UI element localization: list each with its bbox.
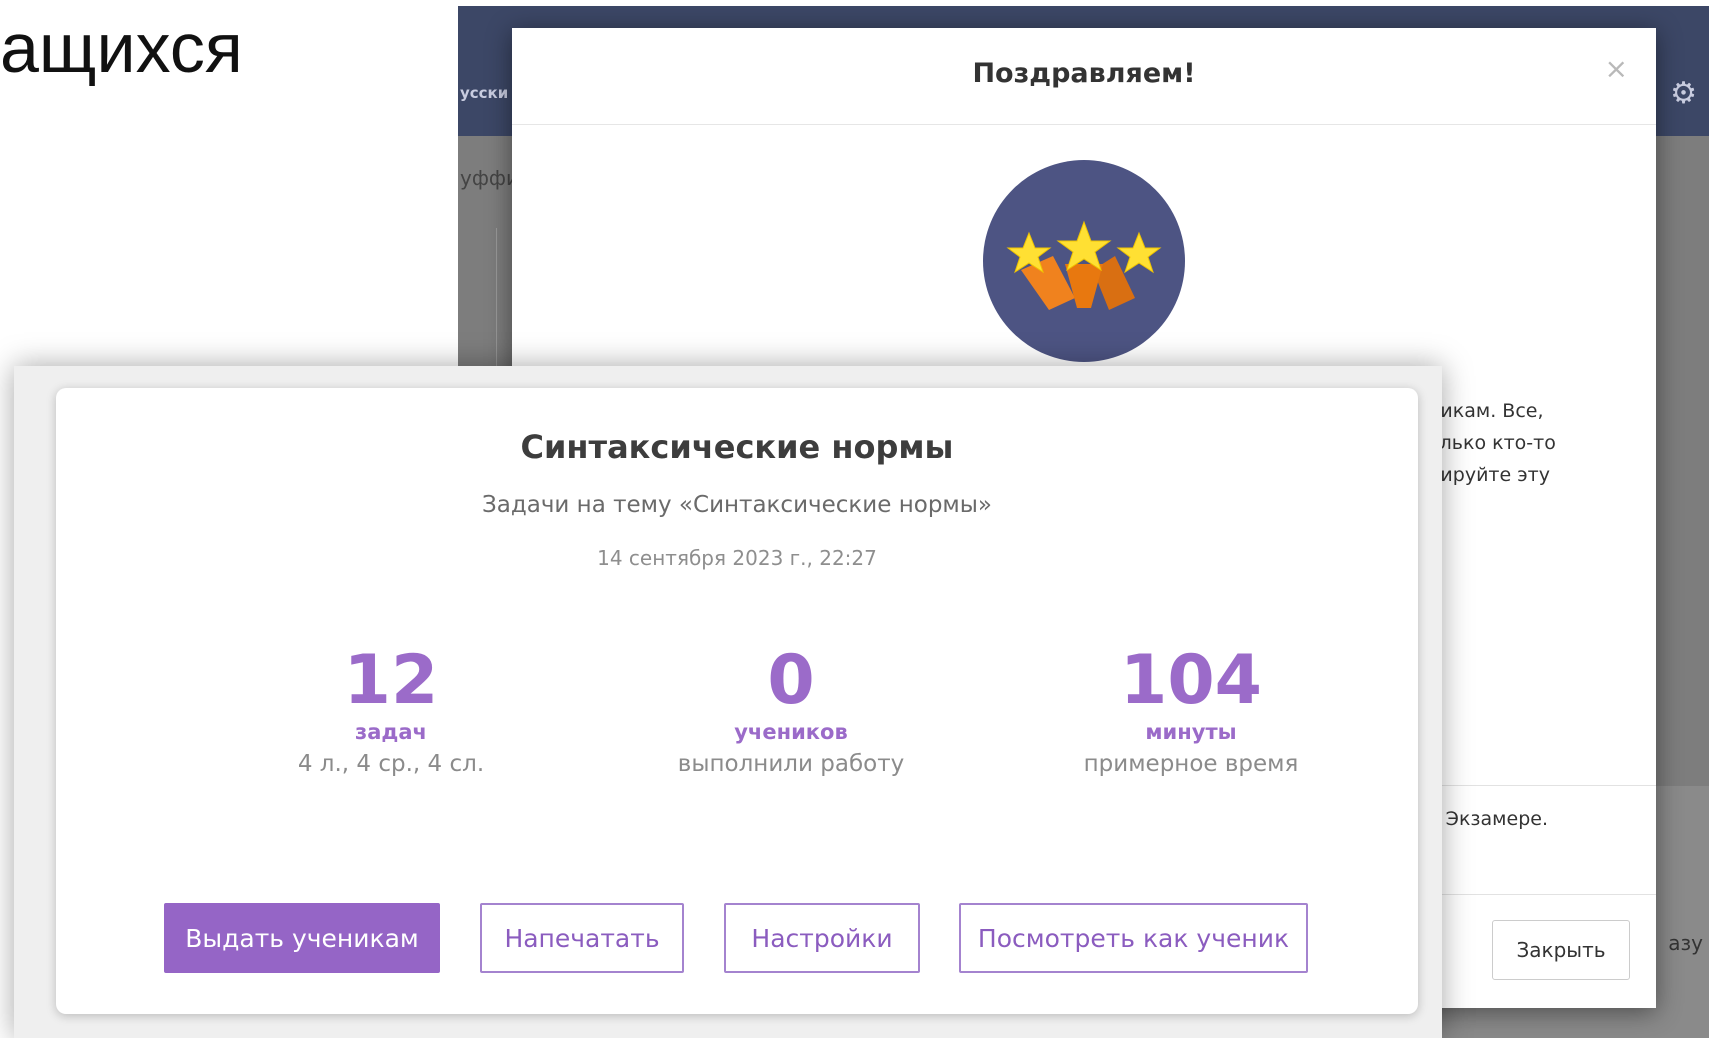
modal-title: Поздравляем! bbox=[972, 58, 1196, 89]
gear-icon[interactable]: ⚙ bbox=[1670, 76, 1697, 111]
background-card-edge bbox=[496, 228, 497, 378]
slide-heading: ащихся bbox=[0, 9, 243, 87]
stat-value: 104 bbox=[1120, 641, 1262, 720]
stat-unit: минуты bbox=[1145, 720, 1237, 744]
stat-time: 104 минуты примерное время bbox=[1011, 644, 1371, 782]
close-button[interactable]: Закрыть bbox=[1492, 920, 1630, 980]
work-subtitle: Задачи на тему «Синтаксические нормы» bbox=[481, 492, 993, 518]
work-title: Синтаксические нормы bbox=[520, 428, 954, 466]
work-card: Синтаксические нормы Задачи на тему «Син… bbox=[56, 388, 1418, 1014]
stat-note: 4 л., 4 ср., 4 сл. bbox=[297, 751, 485, 777]
background-content-label: уффи bbox=[460, 166, 520, 190]
print-button[interactable]: Напечатать bbox=[480, 903, 684, 973]
stat-value: 12 bbox=[343, 641, 439, 720]
modal-text-line: олько кто-то bbox=[1428, 432, 1556, 454]
work-datetime: 14 сентября 2023 г., 22:27 bbox=[597, 546, 877, 570]
close-icon[interactable]: × bbox=[1605, 52, 1628, 85]
modal-header: Поздравляем! × bbox=[512, 28, 1656, 125]
modal-text-line: никам. Все, bbox=[1428, 400, 1544, 422]
subject-tab[interactable]: усски bbox=[460, 84, 508, 102]
medal-badge bbox=[983, 160, 1185, 362]
stat-unit: учеников bbox=[734, 720, 848, 744]
modal-text-line: пируйте эту bbox=[1428, 464, 1550, 486]
stat-value: 0 bbox=[767, 641, 815, 720]
stat-students: 0 учеников выполнили работу bbox=[611, 644, 971, 782]
preview-as-student-button[interactable]: Посмотреть как ученик bbox=[959, 903, 1308, 973]
three-stars-icon bbox=[1006, 220, 1162, 310]
modal-exam-text: а Экзамере. bbox=[1428, 808, 1548, 830]
stat-note: примерное время bbox=[1083, 751, 1299, 777]
settings-button[interactable]: Настройки bbox=[724, 903, 920, 973]
stat-tasks: 12 задач 4 л., 4 ср., 4 сл. bbox=[211, 644, 571, 782]
background-side-text: азу bbox=[1668, 931, 1703, 955]
stat-unit: задач bbox=[355, 720, 427, 744]
assign-to-students-button[interactable]: Выдать ученикам bbox=[164, 903, 440, 973]
stat-note: выполнили работу bbox=[677, 751, 905, 777]
